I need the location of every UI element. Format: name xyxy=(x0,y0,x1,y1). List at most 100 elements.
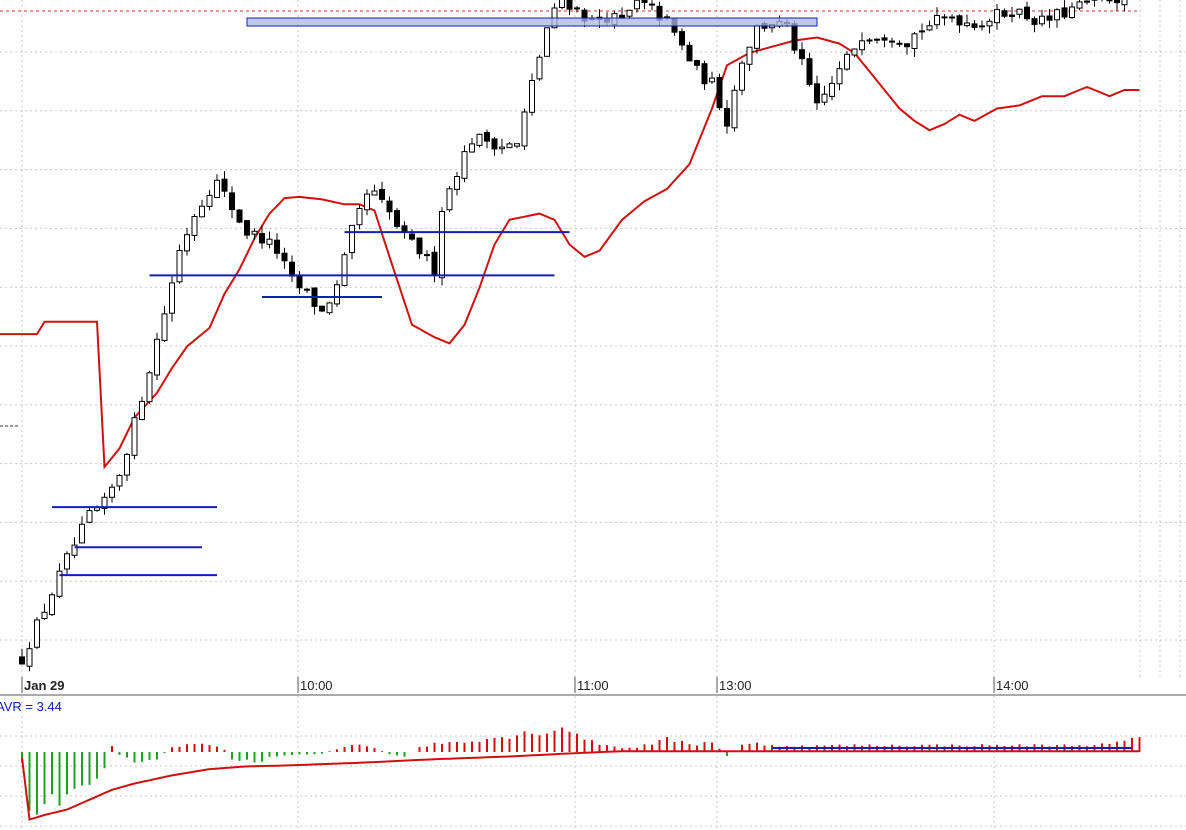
candle-body xyxy=(281,252,288,262)
x-tick-label: 11:00 xyxy=(577,678,609,693)
candle-layer xyxy=(19,0,1128,672)
candle-body xyxy=(469,143,475,153)
candle-body xyxy=(701,63,708,85)
vwap-line xyxy=(0,36,1140,470)
candle-body xyxy=(266,238,273,245)
candle-body xyxy=(236,209,243,223)
candle-body xyxy=(379,189,385,200)
candle-body xyxy=(874,38,880,41)
candle-body xyxy=(1024,6,1030,20)
candle-body xyxy=(694,60,700,66)
candle-body xyxy=(1054,9,1060,21)
candle-body xyxy=(176,250,183,283)
candle-body xyxy=(866,39,873,42)
candle-body xyxy=(1069,6,1075,18)
candle-body xyxy=(1016,8,1023,15)
candle-body xyxy=(326,302,333,314)
candle-body xyxy=(274,239,280,254)
candle-body xyxy=(26,648,33,667)
grid-layer xyxy=(0,0,1186,830)
candle-body xyxy=(341,254,348,286)
candle-body xyxy=(1009,14,1015,17)
candle-body xyxy=(49,594,55,616)
candle-body xyxy=(544,27,550,57)
candle-body xyxy=(139,400,145,420)
candle-body xyxy=(409,233,415,240)
candle-body xyxy=(731,89,738,129)
candle-body xyxy=(746,46,753,65)
candle-body xyxy=(754,25,760,49)
x-tick-label: 14:00 xyxy=(996,678,1029,693)
candle-body xyxy=(214,179,220,199)
candle-body xyxy=(289,261,295,277)
candle-body xyxy=(799,49,805,60)
candle-body xyxy=(521,111,528,147)
candle-body xyxy=(184,234,190,252)
candle-body xyxy=(1114,0,1120,4)
price-chart: Jan 29 10:00 11:00 13:00 14:00 AVR = 3.44 xyxy=(0,0,1186,830)
candle-body xyxy=(424,254,430,257)
candle-body xyxy=(206,194,213,207)
candle-body xyxy=(64,553,70,570)
candle-body xyxy=(514,143,520,147)
candle-body xyxy=(641,0,648,3)
candle-body xyxy=(296,274,303,289)
candle-body xyxy=(949,16,955,19)
candle-body xyxy=(724,108,730,127)
candle-body xyxy=(634,0,640,10)
candle-body xyxy=(146,372,153,403)
candle-body xyxy=(1001,10,1008,17)
x-tick-label: 13:00 xyxy=(719,678,752,693)
candle-body xyxy=(686,44,693,62)
candle-body xyxy=(229,192,235,211)
candle-body xyxy=(161,313,168,341)
candle-body xyxy=(131,417,138,456)
candle-body xyxy=(919,30,925,33)
candle-body xyxy=(956,15,963,26)
candle-body xyxy=(1106,0,1113,2)
candle-body xyxy=(319,305,325,312)
candle-body xyxy=(124,453,130,476)
candle-body xyxy=(791,23,798,51)
candle-body xyxy=(416,237,423,255)
candle-body xyxy=(1084,0,1090,3)
candle-body xyxy=(169,282,175,314)
candle-body xyxy=(836,68,843,85)
candle-body xyxy=(829,82,835,97)
candle-body xyxy=(806,58,813,85)
candle-body xyxy=(649,3,655,6)
candle-body xyxy=(889,40,895,43)
candle-body xyxy=(979,25,985,28)
candle-body xyxy=(1031,18,1038,25)
candle-body xyxy=(739,62,745,91)
candle-body xyxy=(476,133,483,146)
candle-body xyxy=(566,0,573,10)
candle-body xyxy=(994,9,1000,24)
chart-root: Jan 29 10:00 11:00 13:00 14:00 AVR = 3.44 xyxy=(0,0,1186,830)
candle-body xyxy=(251,230,258,235)
candle-body xyxy=(904,43,910,48)
indicator-layer xyxy=(21,727,1141,821)
candle-body xyxy=(454,176,460,190)
candle-body xyxy=(1039,15,1045,25)
candle-body xyxy=(349,224,355,254)
candle-body xyxy=(821,93,828,103)
candle-body xyxy=(41,611,48,619)
candle-body xyxy=(1061,7,1068,18)
candle-body xyxy=(244,220,250,236)
candle-body xyxy=(934,15,940,26)
candle-body xyxy=(896,42,903,45)
candle-body xyxy=(536,56,543,80)
candle-body xyxy=(881,37,888,41)
candle-body xyxy=(986,20,993,27)
candle-body xyxy=(574,7,580,10)
candle-body xyxy=(386,200,393,213)
candle-body xyxy=(626,9,633,17)
candle-body xyxy=(911,33,918,49)
candle-body xyxy=(716,77,723,109)
candle-body xyxy=(19,656,25,665)
candle-body xyxy=(221,178,228,192)
candle-body xyxy=(446,188,453,211)
candle-body xyxy=(484,132,490,142)
candle-body xyxy=(116,475,123,487)
